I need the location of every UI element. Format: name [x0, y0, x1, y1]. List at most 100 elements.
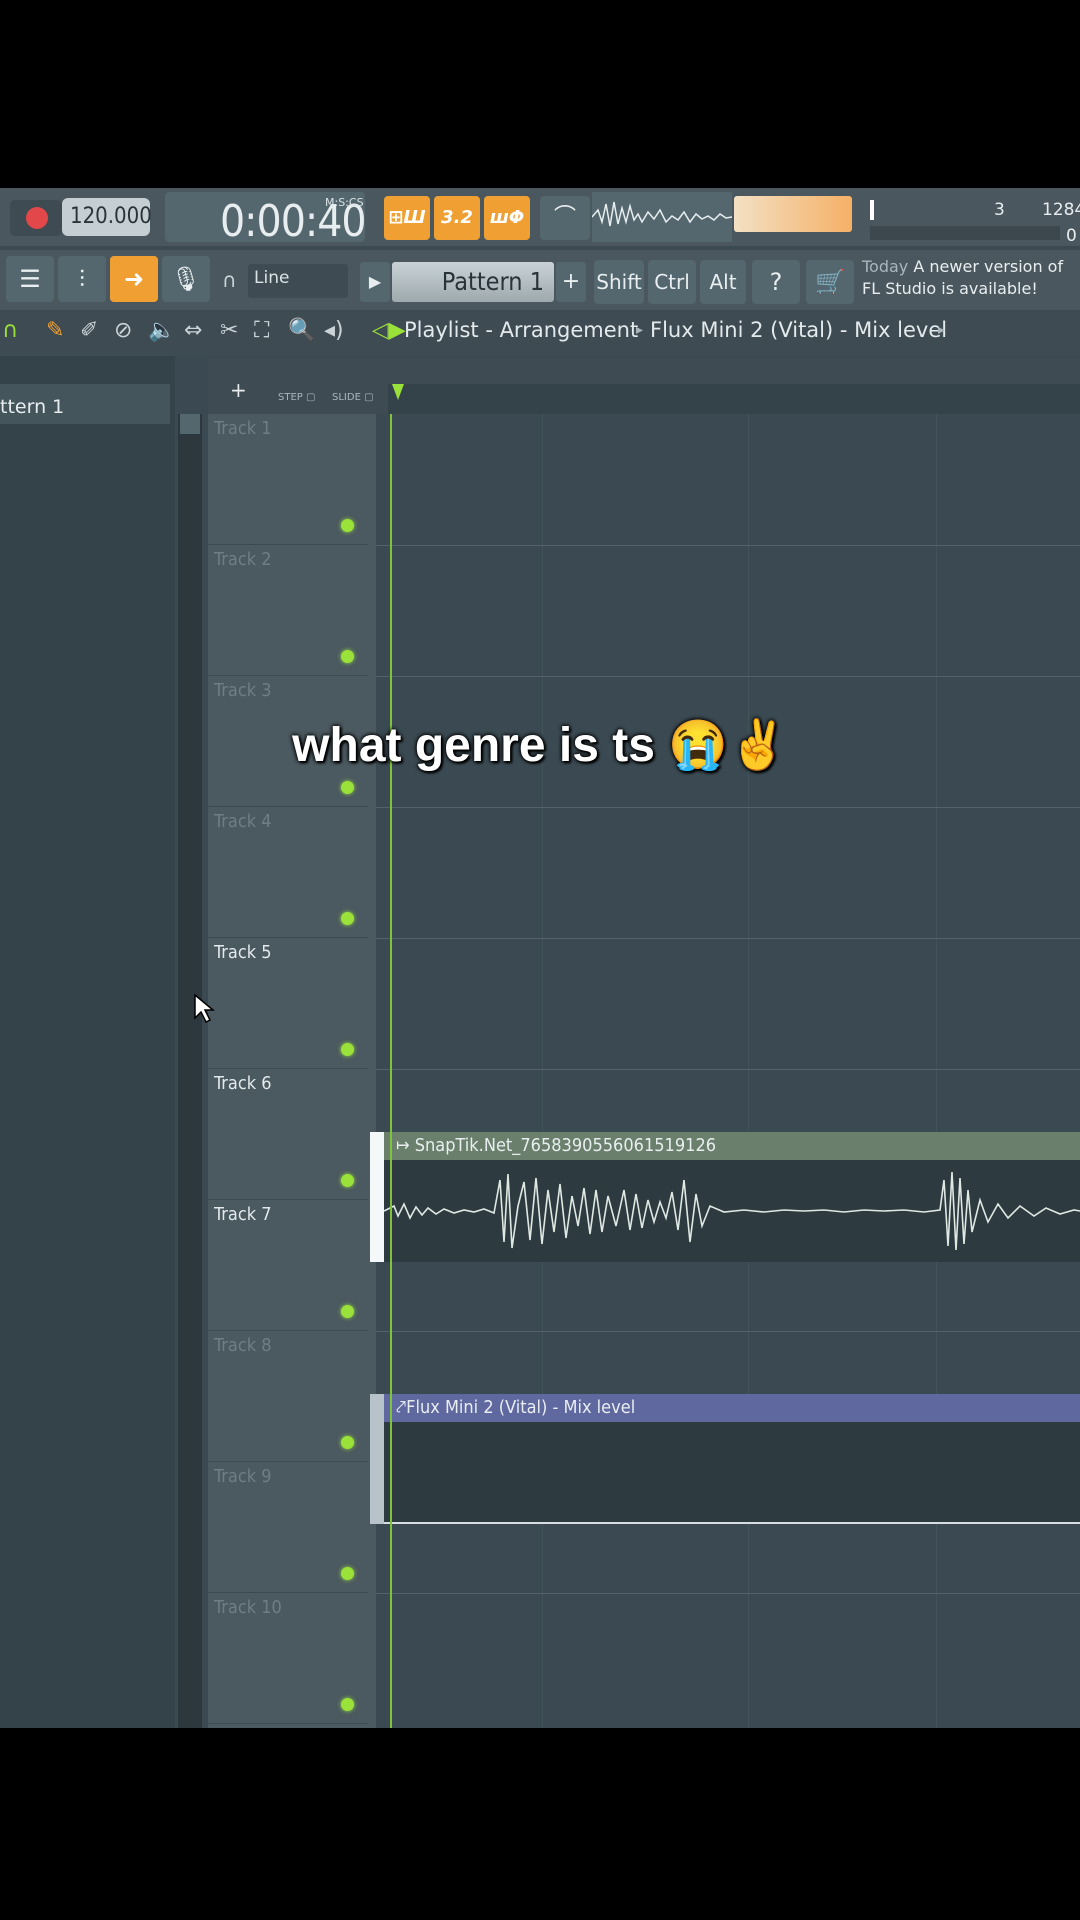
breadcrumb-root[interactable]: Playlist - Arrangement: [404, 318, 638, 342]
clip-handle[interactable]: [370, 1394, 384, 1524]
playlist-icon[interactable]: ☰: [6, 256, 54, 302]
track-name: Track 5: [214, 942, 272, 963]
snap-magnet-icon[interactable]: ∩: [2, 318, 18, 343]
automation-clip[interactable]: ⤤Flux Mini 2 (Vital) - Mix level: [370, 1394, 1080, 1524]
draw-tool-icon[interactable]: ✎: [46, 318, 64, 343]
track-led-icon[interactable]: [341, 519, 354, 532]
shift-key-button[interactable]: Shift: [594, 260, 644, 304]
audio-waveform: [383, 1160, 1080, 1262]
cpu-monitor: 3 1284 0: [862, 192, 1080, 246]
playlist-toolbar: ∩ ✎ ✐ ⊘ 🔈 ⇔ ✂ ⛶ 🔍 ◂) ◁▶ Playlist - Arran…: [0, 312, 1080, 356]
add-pattern-button[interactable]: +: [556, 262, 586, 302]
track-led-icon[interactable]: [341, 1043, 354, 1056]
grid-row-line: [376, 676, 1080, 677]
grid-row-line: [376, 545, 1080, 546]
mouse-cursor-icon: [194, 994, 216, 1024]
track-name: Track 4: [214, 811, 272, 832]
grid-row-line: [376, 1331, 1080, 1332]
track-led-icon[interactable]: [341, 1567, 354, 1580]
record-button[interactable]: [10, 200, 62, 236]
breadcrumb-child[interactable]: Flux Mini 2 (Vital) - Mix level: [650, 318, 947, 342]
grid-row-line: [376, 1593, 1080, 1594]
poly-value: 0: [1066, 226, 1077, 246]
playhead-marker-icon[interactable]: [392, 384, 404, 400]
breadcrumb-separator-icon: ▸: [636, 322, 644, 338]
track-led-icon[interactable]: [341, 781, 354, 794]
cpu-value: 3: [994, 200, 1005, 220]
track-scrollbar[interactable]: [178, 414, 202, 1728]
playlist-header: + STEP ▢ SLIDE ▢: [208, 358, 1080, 414]
track-header[interactable]: Track 6: [208, 1069, 368, 1200]
track-name: Track 3: [214, 680, 272, 701]
track-led-icon[interactable]: [341, 1436, 354, 1449]
track-name: Track 8: [214, 1335, 272, 1356]
track-name: Track 9: [214, 1466, 272, 1487]
track-header[interactable]: Track 4: [208, 807, 368, 938]
track-led-icon[interactable]: [341, 912, 354, 925]
track-header[interactable]: Track 1: [208, 414, 368, 545]
track-header[interactable]: Track 8: [208, 1331, 368, 1462]
slice-tool-icon[interactable]: ✂: [220, 318, 238, 343]
grid-row-line: [376, 938, 1080, 939]
add-track-button[interactable]: +: [230, 378, 247, 402]
track-led-icon[interactable]: [341, 1698, 354, 1711]
tempo-display[interactable]: 120.000: [62, 198, 152, 236]
picker-panel: ttern 1: [0, 356, 175, 1728]
clip-handle[interactable]: [370, 1132, 384, 1262]
memory-value: 1284: [1042, 200, 1080, 220]
scrollbar-knob[interactable]: [180, 414, 200, 434]
step-toggle[interactable]: STEP ▢: [278, 392, 315, 403]
track-header[interactable]: Track 9: [208, 1462, 368, 1593]
slide-label: SLIDE: [332, 392, 361, 403]
track-name: Track 2: [214, 549, 272, 570]
track-header[interactable]: Track 2: [208, 545, 368, 676]
track-header[interactable]: Track 5: [208, 938, 368, 1069]
ctrl-key-button[interactable]: Ctrl: [648, 260, 696, 304]
pattern-play-icon[interactable]: ▶: [360, 262, 390, 302]
timeline-ruler[interactable]: [388, 384, 1080, 414]
loop-record-button[interactable]: шΦ: [484, 196, 530, 240]
cart-icon[interactable]: 🛒: [806, 260, 854, 304]
breadcrumb-end-icon: ▸: [938, 322, 946, 338]
playhead-line[interactable]: [390, 414, 392, 1728]
mute-tool-icon[interactable]: 🔈: [148, 318, 175, 343]
select-tool-icon[interactable]: ⛶: [254, 318, 269, 343]
fl-studio-window: 120.000 0:00:40 M:S:CS ⊞Ш 3.2 шΦ ⌒ 3 128…: [0, 188, 1080, 1728]
grid-beat-line: [542, 414, 543, 1728]
metronome-icon[interactable]: ⌒: [540, 196, 590, 240]
help-icon[interactable]: ?: [752, 260, 800, 304]
pattern-selector[interactable]: Pattern 1: [392, 262, 554, 302]
delete-tool-icon[interactable]: ⊘: [114, 318, 132, 343]
news-panel[interactable]: Today A newer version of FL Studio is av…: [862, 256, 1080, 306]
poly-bar: [870, 226, 1060, 240]
track-header[interactable]: Track 10: [208, 1593, 368, 1724]
time-display[interactable]: 0:00:40 M:S:CS: [165, 192, 367, 247]
cpu-bar-marker: [870, 200, 874, 220]
track-led-icon[interactable]: [341, 1174, 354, 1187]
grid-row-line: [376, 1069, 1080, 1070]
grid-beat-line: [936, 414, 937, 1728]
mixer-icon[interactable]: ⫶: [58, 256, 106, 302]
zoom-tool-icon[interactable]: 🔍: [288, 318, 315, 343]
magnet-icon[interactable]: ∩: [222, 268, 237, 292]
arrow-right-icon[interactable]: ➜: [110, 256, 158, 302]
master-volume-meter: [734, 196, 852, 232]
pattern-list-item[interactable]: ttern 1: [0, 396, 64, 418]
alt-key-button[interactable]: Alt: [700, 260, 746, 304]
slip-tool-icon[interactable]: ⇔: [184, 318, 202, 343]
snap-select[interactable]: Line: [248, 264, 348, 298]
step-edit-button[interactable]: 3.2: [434, 196, 480, 240]
track-led-icon[interactable]: [341, 1305, 354, 1318]
automation-clip-name: Flux Mini 2 (Vital) - Mix level: [406, 1397, 636, 1418]
audio-clip-title: ↦ SnapTik.Net_7658390556061519126: [384, 1132, 1080, 1160]
microphone-icon[interactable]: 🎙: [162, 256, 210, 302]
playlist-grid[interactable]: ↦ SnapTik.Net_7658390556061519126 ⤤Flux …: [370, 414, 1080, 1728]
track-header[interactable]: Track 7: [208, 1200, 368, 1331]
audio-clip[interactable]: ↦ SnapTik.Net_7658390556061519126: [370, 1132, 1080, 1262]
track-led-icon[interactable]: [341, 650, 354, 663]
slide-toggle[interactable]: SLIDE ▢: [332, 392, 374, 403]
typing-keyboard-button[interactable]: ⊞Ш: [384, 196, 430, 240]
automation-clip-body: [384, 1422, 1080, 1524]
paint-tool-icon[interactable]: ✐: [80, 318, 98, 343]
playback-tool-icon[interactable]: ◂): [324, 318, 344, 343]
